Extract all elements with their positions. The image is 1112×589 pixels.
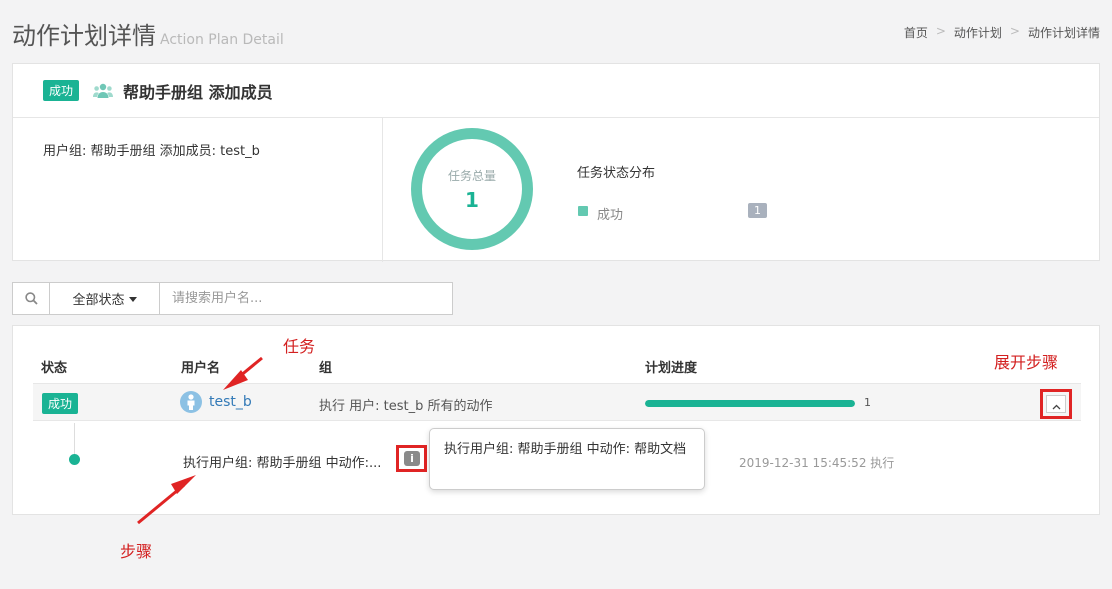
annotation-arrows bbox=[137, 356, 263, 525]
